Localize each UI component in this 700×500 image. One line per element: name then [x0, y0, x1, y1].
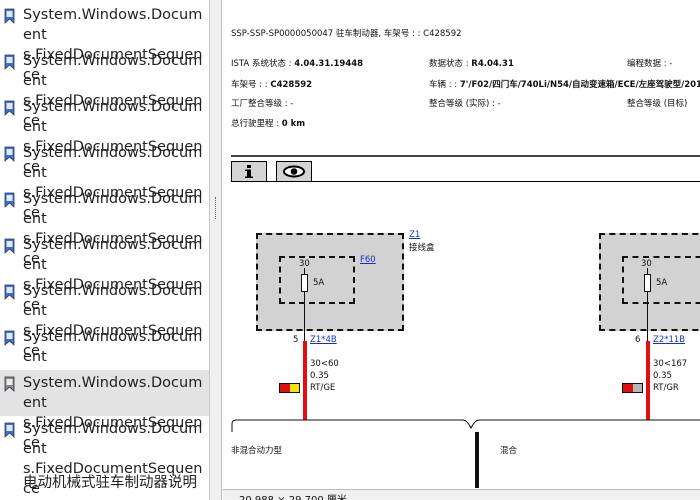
wire-ref-link-right[interactable]: Z2*11B — [653, 335, 685, 345]
tree-item-fixed-document-sequence[interactable]: System.Windows.Documents.FixedDocumentSe… — [0, 2, 209, 83]
mileage-value: 0 km — [281, 119, 306, 129]
fuse-icon — [301, 274, 308, 292]
programming-data: 编程数据 : - — [627, 59, 673, 69]
wire-color: RT/GE — [310, 383, 336, 393]
pin-number: 5 — [293, 335, 299, 345]
fuse-icon — [644, 274, 651, 292]
toolbar-divider — [231, 181, 700, 182]
vehicle-value: 7'/F02/四门车/740Li/N54/自动变速箱/ECE/左座驾驶型/201… — [459, 80, 700, 90]
view-button[interactable] — [276, 161, 312, 182]
tree-item-fixed-document-sequence[interactable]: System.Windows.Documents.FixedDocumentSe… — [0, 278, 209, 359]
tree-item-fixed-document-sequence[interactable]: System.Windows.Documents.FixedDocumentSe… — [0, 416, 209, 497]
f60-link[interactable]: F60 — [360, 255, 376, 265]
tree-item-label-line1: System.Windows.Document — [23, 283, 203, 319]
vin-label: 车架号 : : — [231, 80, 268, 90]
tree-item-label-line1: System.Windows.Document — [23, 99, 203, 135]
info-button[interactable] — [231, 161, 267, 182]
page-size-status: 20.988 × 29.700 厘米 — [223, 489, 700, 500]
document-bookmark-icon — [4, 100, 15, 116]
junction-box-label: 接线盒 — [409, 243, 435, 253]
wire-info-1-right: 30<167 — [653, 359, 688, 369]
tree-item-label-line1: System.Windows.Document — [23, 237, 203, 273]
pin-number-right: 6 — [635, 335, 641, 345]
document-bookmark-icon — [4, 238, 15, 254]
wire-color-right: RT/GR — [653, 383, 679, 393]
tree-item-label-line1: System.Windows.Document — [23, 145, 203, 181]
document-bookmark-icon — [4, 376, 15, 392]
document-bookmark-icon — [4, 146, 15, 162]
wire-color-swatch — [632, 384, 642, 392]
document-bookmark-icon — [4, 422, 15, 438]
document-bookmark-icon — [4, 330, 15, 346]
header-divider — [231, 155, 700, 157]
wire-color-swatch — [289, 384, 299, 392]
wire-color-indicator-right — [622, 383, 643, 393]
document-tree: System.Windows.Document s.FixedDocumentSe… — [0, 0, 210, 500]
tree-item-fixed-document-sequence[interactable]: System.Windows.Documents.FixedDocumentSe… — [0, 48, 209, 129]
tree-item-fixed-document-sequence[interactable]: System.Windows.Documents.FixedDocumentSe… — [0, 94, 209, 175]
tree-item-fixed-document-sequence[interactable]: System.Windows.Documents.FixedDocumentSe… — [0, 186, 209, 267]
eye-icon — [283, 165, 305, 178]
data-status-label: 数据状态 : — [429, 59, 469, 69]
total-mileage: 总行驶里程 : 0 km — [231, 117, 305, 129]
vin: 车架号 : : C428592 — [231, 78, 312, 90]
tree-item-label-line1: System.Windows.Document — [23, 53, 203, 89]
document-bookmark-icon — [4, 8, 15, 24]
info-icon — [245, 165, 253, 178]
ista-status-value: 4.04.31.19448 — [294, 59, 364, 69]
vehicle-label: 车辆 : : — [429, 80, 458, 90]
wire-color-swatch — [623, 384, 633, 392]
tree-item-parking-brake-description[interactable]: 电动机械式驻车制动器说明 — [0, 472, 209, 500]
non-hybrid-label: 非混合动力型 — [231, 446, 283, 456]
data-status-value: R4.04.31 — [471, 59, 514, 69]
document-title: SSP-SSP-SP0000050047 驻车制动器, 车架号 : : C428… — [231, 29, 462, 39]
variant-brace — [231, 419, 700, 488]
ista-status-label: ISTA 系统状态 : — [231, 59, 292, 69]
wire-color-swatch — [280, 384, 290, 392]
tree-item-fixed-document-sequence[interactable]: System.Windows.Documents.FixedDocumentSe… — [0, 324, 209, 405]
document-viewer: SSP-SSP-SP0000050047 驻车制动器, 车架号 : : C428… — [223, 0, 700, 500]
wire-color-indicator — [279, 383, 300, 393]
page-size-text: 20.988 × 29.700 厘米 — [239, 491, 347, 500]
data-status: 数据状态 : R4.04.31 — [429, 57, 514, 69]
wire-info-2-right: 0.35 — [653, 371, 672, 381]
document-bookmark-icon — [4, 284, 15, 300]
wire-info-1: 30<60 — [310, 359, 339, 369]
ista-status: ISTA 系统状态 : 4.04.31.19448 — [231, 57, 363, 69]
tree-item-label-line1: System.Windows.Document — [23, 7, 203, 43]
tree-item-label-line1: System.Windows.Document — [23, 421, 203, 457]
z1-link[interactable]: Z1 — [409, 230, 420, 240]
wire-info-2: 0.35 — [310, 371, 329, 381]
mileage-label: 总行驶里程 : — [231, 119, 280, 129]
tree-item-label-line1: System.Windows.Document — [23, 329, 203, 365]
wire-red-right — [646, 341, 650, 420]
document-bookmark-icon — [4, 54, 15, 70]
integration-level-actual: 整合等级 (实际) : - — [429, 99, 501, 109]
document-bookmark-icon — [4, 192, 15, 208]
fuse-rating: 5A — [313, 278, 325, 288]
panel-splitter[interactable] — [210, 0, 222, 500]
tree-item-label: 电动机械式驻车制动器说明 — [23, 475, 197, 491]
splitter-grip-icon[interactable] — [215, 197, 217, 219]
factory-integration-level: 工厂整合等级 : - — [231, 99, 294, 109]
tree-item-label-line1: System.Windows.Document — [23, 375, 203, 411]
integration-level-target: 整合等级 (目标) — [627, 99, 688, 109]
hybrid-label: 混合 — [500, 446, 518, 456]
tree-item-fixed-document-sequence[interactable]: System.Windows.Documents.FixedDocumentSe… — [0, 370, 209, 451]
wire-red — [303, 341, 307, 420]
tree-item-fixed-document-sequence[interactable]: System.Windows.Documents.FixedDocumentSe… — [0, 140, 209, 221]
tree-item-fixed-document-sequence[interactable]: System.Windows.Documents.FixedDocumentSe… — [0, 232, 209, 313]
vin-value: C428592 — [270, 80, 313, 90]
vehicle: 车辆 : : 7'/F02/四门车/740Li/N54/自动变速箱/ECE/左座… — [429, 78, 700, 90]
wire-ref-link[interactable]: Z1*4B — [310, 335, 337, 345]
tree-item-label-line1: System.Windows.Document — [23, 191, 203, 227]
fuse-rating-right: 5A — [656, 278, 668, 288]
